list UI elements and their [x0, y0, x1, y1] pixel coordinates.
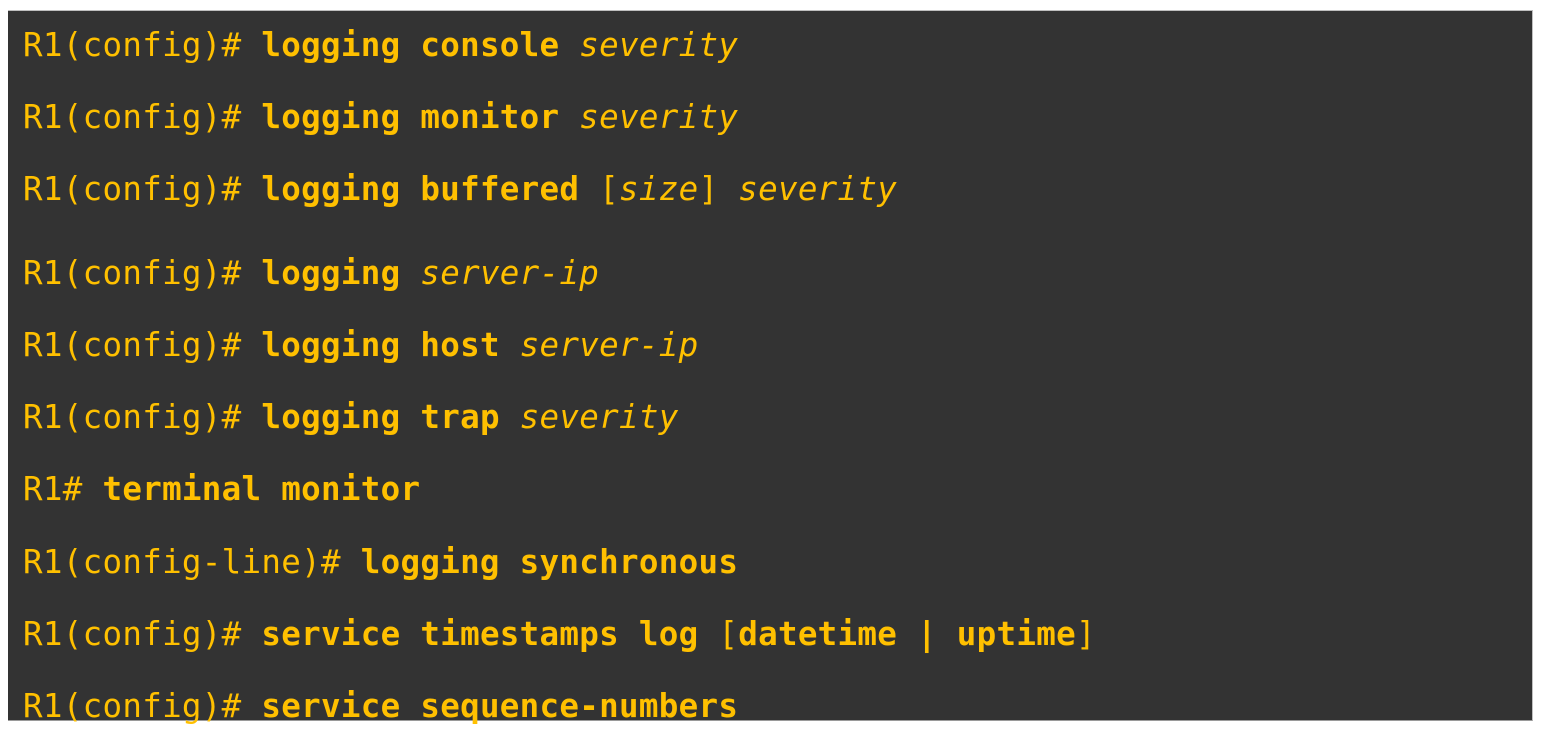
command-line-logging-host: R1(config)# logging host server-ip	[23, 325, 699, 365]
option-separator: |	[897, 615, 957, 653]
command-keyword: logging console	[261, 26, 580, 64]
command-line-logging-server: R1(config)# logging server-ip	[23, 253, 599, 293]
prompt: R1(config)#	[23, 98, 262, 136]
command-line-service-sequence-numbers: R1(config)# service sequence-numbers	[23, 686, 738, 726]
command-keyword: logging host	[261, 326, 520, 364]
prompt: R1#	[23, 470, 103, 508]
command-keyword: service timestamps log	[261, 615, 719, 653]
command-argument: severity	[579, 26, 739, 64]
command-line-logging-monitor: R1(config)# logging monitor severity	[23, 97, 738, 137]
command-argument: severity	[738, 170, 898, 208]
prompt: R1(config)#	[23, 170, 262, 208]
prompt: R1(config)#	[23, 687, 262, 725]
command-line-logging-buffered: R1(config)# logging buffered [size] seve…	[23, 169, 897, 209]
command-line-logging-synchronous: R1(config-line)# logging synchronous	[23, 542, 738, 582]
command-argument-size: size	[619, 170, 699, 208]
cli-command-panel: R1(config)# logging console severity R1(…	[8, 10, 1533, 725]
optional-bracket-close: ]	[1075, 615, 1096, 653]
prompt: R1(config)#	[23, 326, 262, 364]
prompt: R1(config)#	[23, 254, 262, 292]
command-line-terminal-monitor: R1# terminal monitor	[23, 469, 420, 509]
command-argument: server-ip	[519, 326, 699, 364]
optional-bracket-close: ]	[698, 170, 739, 208]
command-keyword: logging monitor	[261, 98, 580, 136]
optional-bracket-open: [	[599, 170, 620, 208]
command-keyword: terminal monitor	[102, 470, 421, 508]
command-line-logging-trap: R1(config)# logging trap severity	[23, 397, 679, 437]
option-datetime: datetime	[738, 615, 898, 653]
optional-bracket-open: [	[718, 615, 739, 653]
command-argument: severity	[579, 98, 739, 136]
command-keyword: logging buffered	[261, 170, 600, 208]
command-line-logging-console: R1(config)# logging console severity	[23, 25, 738, 65]
command-keyword: logging trap	[261, 398, 520, 436]
command-line-service-timestamps: R1(config)# service timestamps log [date…	[23, 614, 1096, 654]
prompt: R1(config)#	[23, 26, 262, 64]
prompt: R1(config)#	[23, 398, 262, 436]
command-keyword: logging synchronous	[360, 543, 739, 581]
command-keyword: logging	[261, 254, 421, 292]
option-uptime: uptime	[956, 615, 1076, 653]
prompt: R1(config-line)#	[23, 543, 361, 581]
command-argument: server-ip	[420, 254, 600, 292]
prompt: R1(config)#	[23, 615, 262, 653]
command-argument: severity	[519, 398, 679, 436]
command-keyword: service sequence-numbers	[261, 687, 739, 725]
